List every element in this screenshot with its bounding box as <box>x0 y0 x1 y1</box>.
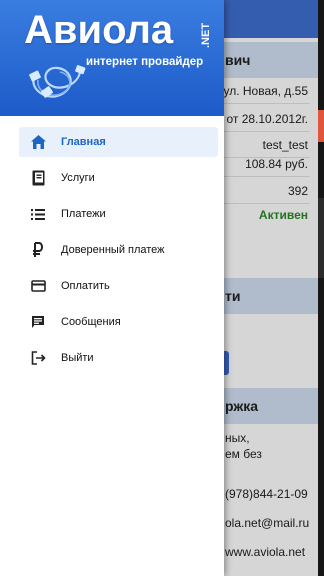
menu-item-label: Сообщения <box>61 316 121 328</box>
menu-item-messages[interactable]: Сообщения <box>19 307 218 337</box>
volume-button <box>318 198 324 278</box>
logo-title: Авиола <box>24 8 174 52</box>
menu-item-trusted-payment[interactable]: Доверенный платеж <box>19 235 218 265</box>
menu-item-label: Платежи <box>61 208 106 220</box>
home-icon <box>30 134 46 150</box>
network-cable-icon <box>29 65 86 98</box>
menu-item-services[interactable]: Услуги <box>19 163 218 193</box>
menu-item-label: Главная <box>61 136 106 148</box>
menu-item-label: Доверенный платеж <box>61 244 165 256</box>
ruble-icon <box>30 242 46 258</box>
menu-item-label: Оплатить <box>61 280 110 292</box>
phone-frame-edge <box>318 0 324 576</box>
menu-item-logout[interactable]: Выйти <box>19 343 218 373</box>
credit-card-icon <box>30 278 46 294</box>
book-icon <box>30 170 46 186</box>
menu-item-label: Услуги <box>61 172 95 184</box>
logo-net: .NET <box>200 22 212 48</box>
list-icon <box>30 206 46 222</box>
power-button <box>318 110 324 142</box>
menu-item-pay[interactable]: Оплатить <box>19 271 218 301</box>
message-icon <box>30 314 46 330</box>
menu-item-payments[interactable]: Платежи <box>19 199 218 229</box>
menu-item-home[interactable]: Главная <box>19 127 218 157</box>
logo-subtitle: интернет провайдер <box>86 56 204 68</box>
logout-icon <box>30 350 46 366</box>
menu-item-label: Выйти <box>61 352 94 364</box>
navigation-drawer: Авиола .NET интернет провайдер Главная У… <box>0 0 224 576</box>
drawer-header: Авиола .NET интернет провайдер <box>0 0 224 116</box>
